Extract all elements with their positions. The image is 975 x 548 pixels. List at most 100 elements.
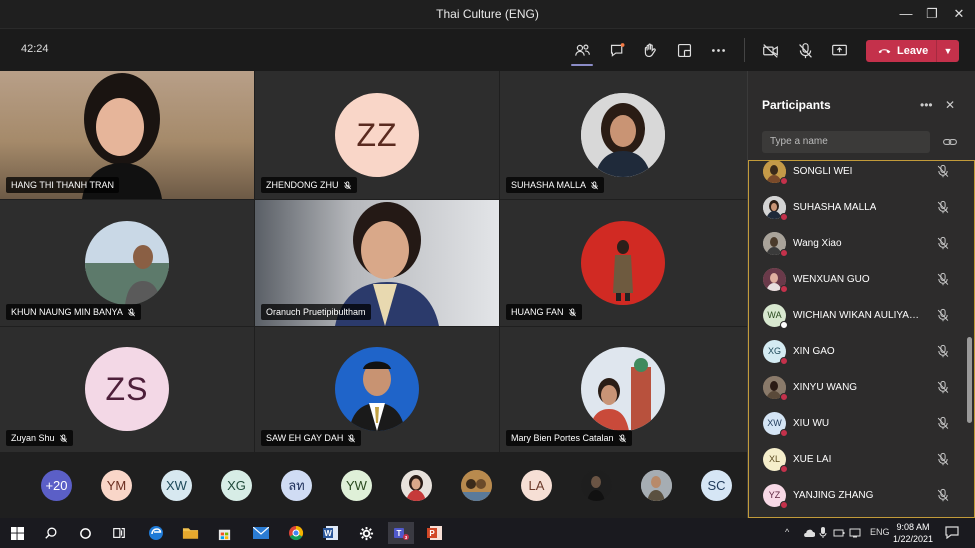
- taskbar-chrome[interactable]: [285, 522, 307, 544]
- camera-toggle-button[interactable]: [757, 38, 783, 62]
- task-view-button[interactable]: [108, 522, 130, 544]
- microphone-tray-icon[interactable]: [819, 526, 827, 539]
- search-icon: [45, 527, 57, 539]
- cloud-icon[interactable]: [803, 527, 815, 538]
- muted-mic-icon: [568, 307, 576, 316]
- video-tile[interactable]: ZS Zuyan Shu: [0, 327, 254, 452]
- participant-row[interactable]: XINYU WANG: [749, 369, 967, 405]
- breakout-rooms-button[interactable]: [671, 38, 697, 62]
- taskbar-powerpoint[interactable]: P: [424, 522, 446, 544]
- participant-row[interactable]: WA WICHIAN WIKAN AULIYANTA...: [749, 297, 967, 333]
- strip-avatar[interactable]: ลท: [281, 470, 312, 501]
- video-tile[interactable]: HUANG FAN: [500, 200, 747, 326]
- video-tile[interactable]: KHUN NAUNG MIN BANYA: [0, 200, 254, 326]
- video-tile[interactable]: HANG THI THANH TRAN: [0, 71, 254, 199]
- ellipsis-icon: [711, 48, 725, 52]
- show-participants-button[interactable]: [569, 38, 595, 66]
- strip-avatar[interactable]: SC: [701, 470, 732, 501]
- notifications-icon[interactable]: [945, 526, 959, 539]
- participant-row[interactable]: WENXUAN GUO: [749, 261, 967, 297]
- participant-avatar: [763, 161, 788, 185]
- participant-photo-avatar: [581, 347, 665, 431]
- strip-avatar[interactable]: XG: [221, 470, 252, 501]
- maximize-button[interactable]: ❐: [917, 4, 947, 24]
- participant-initials: XG: [767, 346, 781, 356]
- windows-logo-icon: [10, 526, 24, 540]
- video-tile[interactable]: SAW EH GAY DAH: [255, 327, 499, 452]
- share-tray-icon: [831, 44, 847, 55]
- battery-tray-icon[interactable]: [833, 527, 845, 538]
- participant-avatar: [763, 267, 788, 293]
- participant-name: SUHASHA MALLA: [793, 201, 877, 213]
- more-participants-button[interactable]: +20: [41, 470, 72, 501]
- close-window-button[interactable]: ✕: [944, 4, 974, 24]
- share-invite-link-icon[interactable]: [942, 135, 958, 149]
- strip-photo-avatar[interactable]: [401, 470, 432, 501]
- taskbar-edge[interactable]: [145, 522, 167, 544]
- participant-name-badge: SUHASHA MALLA: [506, 177, 605, 193]
- taskbar-mail[interactable]: [250, 522, 272, 544]
- window-titlebar: Thai Culture (ENG) — ❐ ✕: [0, 0, 975, 29]
- meeting-controls-bar: 42:24 Leave ▼: [0, 29, 975, 71]
- participant-row[interactable]: SONGLI WEI: [749, 161, 967, 189]
- participant-initials-avatar: ZS: [85, 347, 169, 431]
- participant-name: SONGLI WEI: [793, 165, 853, 177]
- strip-avatar[interactable]: YW: [341, 470, 372, 501]
- leave-button[interactable]: Leave ▼: [866, 40, 959, 62]
- cortana-button[interactable]: [74, 522, 96, 544]
- windows-taskbar: W T3 P ^ ENG 9:08 AM 1/22/2021: [0, 518, 975, 548]
- svg-text:W: W: [324, 529, 332, 538]
- participant-row[interactable]: XW XIU WU: [749, 405, 967, 441]
- presence-status-icon: [780, 212, 788, 221]
- muted-mic-icon: [937, 164, 949, 178]
- panel-more-options-icon[interactable]: •••: [920, 98, 933, 112]
- mic-toggle-button[interactable]: [792, 38, 818, 62]
- show-conversation-button[interactable]: [604, 38, 630, 62]
- taskbar-file-explorer[interactable]: [179, 522, 201, 544]
- input-language-indicator[interactable]: ENG: [870, 527, 890, 537]
- participant-row[interactable]: YZ YANJING ZHANG: [749, 477, 967, 513]
- taskbar-search-button[interactable]: [40, 522, 62, 544]
- strip-avatar[interactable]: XW: [161, 470, 192, 501]
- participant-name: XIN GAO: [793, 345, 835, 357]
- overflow-participants-strip: +20 YM XW XG ลท YW LA SC: [0, 452, 747, 518]
- participant-name: KHUN NAUNG MIN BANYA: [11, 307, 123, 317]
- taskbar-word[interactable]: W: [320, 522, 342, 544]
- participants-scrollbar[interactable]: [967, 337, 972, 423]
- taskbar-teams[interactable]: T3: [388, 522, 414, 544]
- close-panel-icon[interactable]: ✕: [945, 98, 955, 112]
- start-button[interactable]: [6, 522, 28, 544]
- strip-photo-avatar[interactable]: [461, 470, 492, 501]
- participants-panel-title: Participants: [762, 98, 831, 112]
- participant-search-input[interactable]: Type a name: [762, 131, 930, 153]
- presence-status-icon: [780, 284, 788, 293]
- strip-avatar[interactable]: YM: [101, 470, 132, 501]
- leave-options-chevron-icon[interactable]: ▼: [937, 46, 959, 56]
- participant-row[interactable]: XG XIN GAO: [749, 333, 967, 369]
- participant-name-badge: KHUN NAUNG MIN BANYA: [6, 304, 141, 320]
- strip-photo-avatar[interactable]: [641, 470, 672, 501]
- strip-avatar[interactable]: LA: [521, 470, 552, 501]
- store-bag-icon: [218, 529, 230, 540]
- participant-row[interactable]: XL XUE LAI: [749, 441, 967, 477]
- participant-row[interactable]: SUHASHA MALLA: [749, 189, 967, 225]
- show-hidden-icons-chevron-icon[interactable]: ^: [785, 527, 789, 537]
- network-tray-icon[interactable]: [849, 527, 861, 538]
- video-tile[interactable]: SUHASHA MALLA: [500, 71, 747, 199]
- leave-main[interactable]: Leave: [866, 40, 936, 62]
- taskbar-clock[interactable]: 9:08 AM 1/22/2021: [892, 521, 934, 545]
- strip-photo-avatar[interactable]: [581, 470, 612, 501]
- share-screen-button[interactable]: [826, 38, 852, 62]
- video-tile[interactable]: Mary Bien Portes Catalan: [500, 327, 747, 452]
- more-actions-button[interactable]: [705, 38, 731, 62]
- participant-row[interactable]: Wang Xiao: [749, 225, 967, 261]
- video-tile[interactable]: ZZ ZHENDONG ZHU: [255, 71, 499, 199]
- participant-name-badge: Zuyan Shu: [6, 430, 73, 446]
- taskbar-settings[interactable]: [355, 522, 377, 544]
- participant-avatar: YZ: [763, 483, 788, 509]
- participant-photo-avatar: [581, 221, 665, 305]
- participant-avatar: XW: [763, 411, 788, 437]
- video-tile[interactable]: Oranuch Pruetipibultham: [255, 200, 499, 326]
- taskbar-store[interactable]: [213, 522, 235, 544]
- raise-hand-button[interactable]: [637, 38, 663, 62]
